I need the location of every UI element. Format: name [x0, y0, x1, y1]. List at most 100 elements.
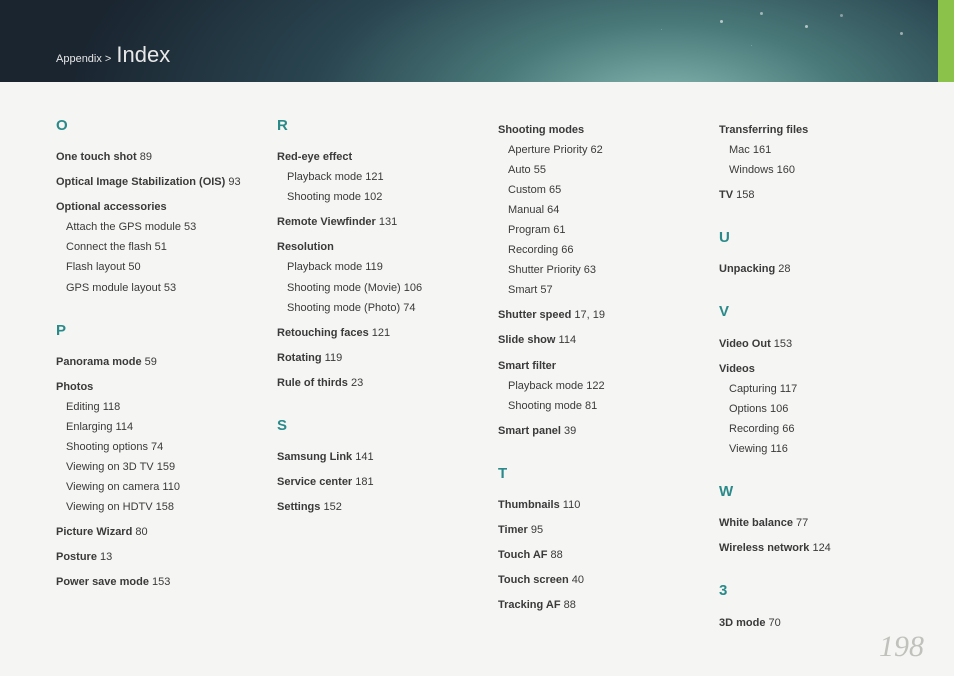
- index-entry[interactable]: Picture Wizard 80: [56, 524, 249, 541]
- index-subentry[interactable]: Shooting mode 81: [508, 398, 691, 415]
- entry-label: Aperture Priority: [508, 144, 587, 156]
- entry-label: Samsung Link: [277, 451, 352, 463]
- index-entry[interactable]: Video Out 153: [719, 336, 912, 353]
- index-subentry[interactable]: Program 61: [508, 222, 691, 239]
- index-entry[interactable]: Resolution: [277, 239, 470, 256]
- entry-page: 158: [733, 189, 754, 201]
- entry-page: 159: [154, 461, 175, 473]
- index-entry[interactable]: Touch screen 40: [498, 572, 691, 589]
- entry-page: 28: [775, 263, 790, 275]
- index-entry[interactable]: Tracking AF 88: [498, 597, 691, 614]
- index-subentry[interactable]: Shooting options 74: [66, 439, 249, 456]
- index-entry[interactable]: Optional accessories: [56, 199, 249, 216]
- index-letter: U: [719, 226, 912, 249]
- breadcrumb-section: Appendix >: [56, 53, 111, 65]
- index-entry[interactable]: Remote Viewfinder 131: [277, 214, 470, 231]
- index-entry[interactable]: Service center 181: [277, 474, 470, 491]
- entry-page: 70: [765, 617, 780, 629]
- index-entry[interactable]: Rule of thirds 23: [277, 375, 470, 392]
- entry-page: 80: [132, 526, 147, 538]
- index-subentry[interactable]: Viewing on HDTV 158: [66, 499, 249, 516]
- entry-page: 122: [583, 380, 604, 392]
- index-entry[interactable]: TV 158: [719, 187, 912, 204]
- index-subentry[interactable]: Shooting mode (Photo) 74: [287, 300, 470, 317]
- entry-label: Shooting mode: [287, 191, 361, 203]
- entry-label: Remote Viewfinder: [277, 216, 376, 228]
- index-subentry[interactable]: Recording 66: [508, 242, 691, 259]
- entry-page: 119: [322, 352, 343, 364]
- index-entry[interactable]: White balance 77: [719, 515, 912, 532]
- index-entry[interactable]: Photos: [56, 379, 249, 396]
- index-subentry[interactable]: Capturing 117: [729, 381, 912, 398]
- index-letter: S: [277, 414, 470, 437]
- index-subentry[interactable]: Playback mode 122: [508, 378, 691, 395]
- index-subentry[interactable]: Shooting mode (Movie) 106: [287, 280, 470, 297]
- index-subentry[interactable]: Viewing 116: [729, 441, 912, 458]
- entry-label: Red-eye effect: [277, 151, 352, 163]
- index-subentry[interactable]: Windows 160: [729, 162, 912, 179]
- index-subentry[interactable]: Viewing on camera 110: [66, 479, 249, 496]
- index-entry[interactable]: Touch AF 88: [498, 547, 691, 564]
- index-entry[interactable]: Power save mode 153: [56, 574, 249, 591]
- entry-label: Viewing: [729, 443, 767, 455]
- index-entry[interactable]: Optical Image Stabilization (OIS) 93: [56, 174, 249, 191]
- index-entry[interactable]: Shutter speed 17, 19: [498, 307, 691, 324]
- index-subentry[interactable]: Attach the GPS module 53: [66, 219, 249, 236]
- index-subentry[interactable]: GPS module layout 53: [66, 280, 249, 297]
- index-subentry[interactable]: Viewing on 3D TV 159: [66, 459, 249, 476]
- index-subentry[interactable]: Editing 118: [66, 399, 249, 416]
- entry-label: Rule of thirds: [277, 377, 348, 389]
- index-subentry[interactable]: Mac 161: [729, 142, 912, 159]
- entry-page: 93: [225, 176, 240, 188]
- index-subentry[interactable]: Recording 66: [729, 421, 912, 438]
- index-subentry[interactable]: Shooting mode 102: [287, 189, 470, 206]
- index-subentry[interactable]: Custom 65: [508, 182, 691, 199]
- entry-label: 3D mode: [719, 617, 765, 629]
- index-subentry[interactable]: Aperture Priority 62: [508, 142, 691, 159]
- index-subentry[interactable]: Smart 57: [508, 282, 691, 299]
- entry-page: 74: [400, 302, 415, 314]
- index-entry[interactable]: Smart filter: [498, 358, 691, 375]
- index-letter: O: [56, 114, 249, 137]
- index-entry[interactable]: Rotating 119: [277, 350, 470, 367]
- entry-label: Smart filter: [498, 360, 556, 372]
- page-number: 198: [879, 630, 924, 664]
- entry-page: 53: [161, 282, 176, 294]
- index-entry[interactable]: Smart panel 39: [498, 423, 691, 440]
- entry-label: Thumbnails: [498, 499, 560, 511]
- index-entry[interactable]: Unpacking 28: [719, 261, 912, 278]
- index-entry[interactable]: Posture 13: [56, 549, 249, 566]
- index-subentry[interactable]: Enlarging 114: [66, 419, 249, 436]
- index-subentry[interactable]: Manual 64: [508, 202, 691, 219]
- entry-page: 13: [97, 551, 112, 563]
- index-subentry[interactable]: Flash layout 50: [66, 259, 249, 276]
- entry-page: 57: [537, 284, 552, 296]
- page-title: Index: [116, 42, 170, 67]
- index-entry[interactable]: Retouching faces 121: [277, 325, 470, 342]
- index-subentry[interactable]: Playback mode 119: [287, 259, 470, 276]
- index-entry[interactable]: Slide show 114: [498, 332, 691, 349]
- index-subentry[interactable]: Playback mode 121: [287, 169, 470, 186]
- index-entry[interactable]: Shooting modes: [498, 122, 691, 139]
- index-entry[interactable]: Panorama mode 59: [56, 354, 249, 371]
- section-tab: [938, 0, 954, 82]
- index-entry[interactable]: Samsung Link 141: [277, 449, 470, 466]
- entry-page: 102: [361, 191, 382, 203]
- index-entry[interactable]: Videos: [719, 361, 912, 378]
- entry-label: Capturing: [729, 383, 777, 395]
- index-entry[interactable]: Thumbnails 110: [498, 497, 691, 514]
- index-entry[interactable]: Transferring files: [719, 122, 912, 139]
- index-subentry[interactable]: Connect the flash 51: [66, 239, 249, 256]
- index-column-3: Shooting modes Aperture Priority 62 Auto 5…: [498, 114, 691, 632]
- index-entry[interactable]: Timer 95: [498, 522, 691, 539]
- index-letter: V: [719, 300, 912, 323]
- index-subentry[interactable]: Auto 55: [508, 162, 691, 179]
- entry-label: Touch AF: [498, 549, 548, 561]
- index-subentry[interactable]: Shutter Priority 63: [508, 262, 691, 279]
- index-entry[interactable]: Settings 152: [277, 499, 470, 516]
- index-entry[interactable]: Wireless network 124: [719, 540, 912, 557]
- index-entry[interactable]: Red-eye effect: [277, 149, 470, 166]
- entry-page: 160: [774, 164, 795, 176]
- index-subentry[interactable]: Options 106: [729, 401, 912, 418]
- index-entry[interactable]: One touch shot 89: [56, 149, 249, 166]
